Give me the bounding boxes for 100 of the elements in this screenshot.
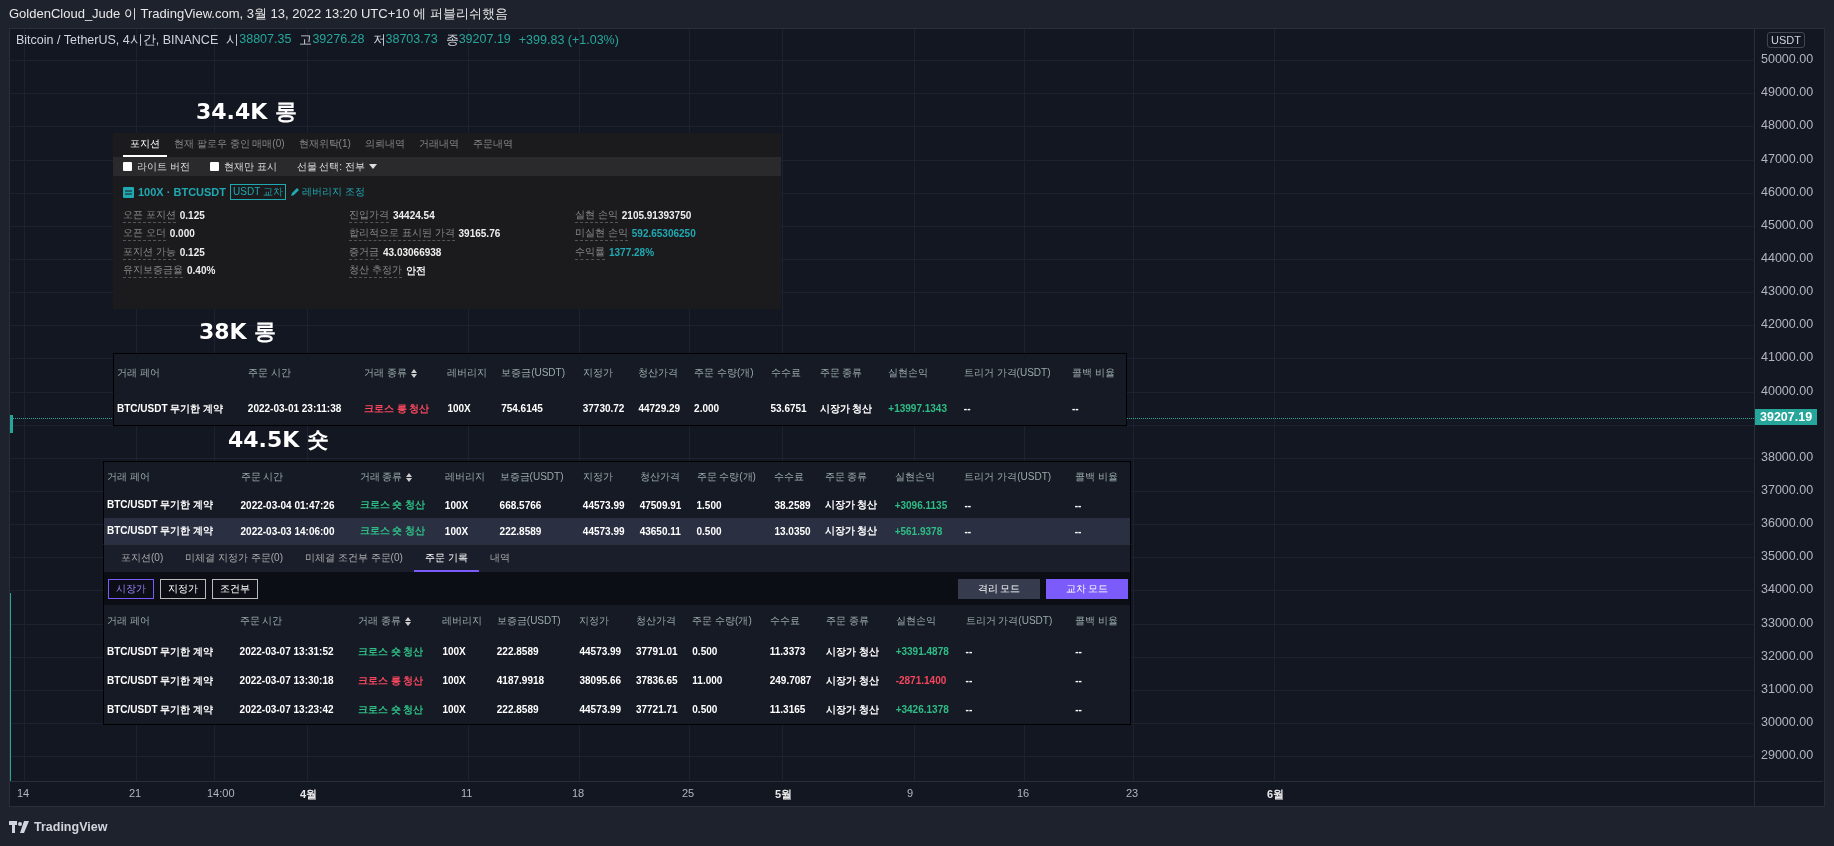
panel-tab[interactable]: 미체결 지정가 주문(0)	[174, 545, 294, 573]
panel-tab[interactable]: 현재위탁(1)	[291, 133, 358, 158]
table-cell: 43650.11	[636, 518, 694, 545]
table-cell-text: BTC/USDT 무기한 계약	[106, 644, 215, 659]
ohlc-value: 39276.28	[312, 31, 365, 48]
price-tick: 49000.00	[1761, 85, 1814, 100]
checkbox-label: 현재만 표시	[223, 159, 277, 174]
column-header: 콜백 비율	[1075, 614, 1118, 629]
position-icon	[123, 186, 134, 198]
table-cell-text: 0.500	[691, 645, 719, 660]
table-cell-text: 2022-03-07 13:31:52	[238, 645, 335, 660]
column-header: 청산가격	[639, 470, 680, 485]
field-value: 592.65306250	[631, 228, 696, 240]
currency-label[interactable]: USDT	[1767, 32, 1805, 49]
futures-dropdown[interactable]: 선물 선택: 전부	[296, 159, 377, 174]
column-header: 청산가격	[638, 366, 679, 381]
table-cell: +3096.1135	[891, 492, 962, 519]
order-type-button[interactable]: 지정가	[160, 578, 206, 599]
logo-icon	[9, 820, 29, 833]
panel-tab[interactable]: 포지션(0)	[110, 545, 175, 573]
table-cell: +561.9378	[891, 518, 962, 545]
column-header: 실현손익	[895, 614, 936, 629]
order-type-button[interactable]: 조건부	[212, 578, 258, 599]
column-header: 주문 종류	[826, 614, 869, 629]
margin-mode-button[interactable]: 교차 모드	[1046, 578, 1128, 599]
column-header: 콜백 비율	[1074, 470, 1118, 485]
table-cell: --	[961, 492, 1072, 519]
table-cell-text: --	[1070, 402, 1080, 417]
panel-tab[interactable]: 현재 팔로우 중인 매매(0)	[167, 133, 292, 158]
column-header: 레버리지	[444, 470, 485, 485]
table-cell-text: 4187.9918	[495, 674, 546, 689]
column-header: 트리거 가격(USDT)	[965, 614, 1053, 629]
panel-tab[interactable]: 내역	[478, 545, 521, 573]
field-value: 1377.28%	[609, 246, 655, 258]
ohlc-label: 종	[445, 31, 459, 49]
table-cell: 38.2589	[771, 492, 822, 519]
table-cell-text: --	[964, 703, 974, 718]
price-candle	[10, 415, 13, 434]
column-header: 콜백 비율	[1071, 366, 1115, 381]
table-cell-text: --	[1074, 703, 1083, 718]
order-type-button[interactable]: 시장가	[108, 578, 154, 599]
ohlc-label: 저	[372, 31, 386, 49]
field-value: 0.000	[169, 228, 195, 240]
table-cell: 222.8589	[496, 518, 580, 545]
table-cell-text: 37721.71	[634, 703, 679, 718]
table-cell-text: 38095.66	[578, 674, 623, 689]
field-label: 오픈 오더	[123, 226, 166, 242]
panel-tab[interactable]: 주문내역	[465, 133, 520, 158]
table-cell-text: 53.6751	[769, 402, 808, 417]
table-cell: 100X	[441, 518, 497, 545]
position-title: 100X · BTCUSDT	[138, 186, 227, 199]
panel-tab[interactable]: 미체결 조건부 주문(0)	[294, 545, 414, 573]
table-cell-text: --	[964, 674, 974, 689]
table-cell: 47509.91	[636, 492, 694, 519]
column-header: 레버리지	[442, 614, 483, 629]
time-tick: 25	[682, 787, 695, 800]
table-cell-text: 시장가 청산	[818, 401, 874, 416]
table-cell-text: 37791.01	[634, 645, 679, 660]
column-header: 실현손익	[888, 366, 929, 381]
table-cell-text: --	[964, 645, 974, 660]
panel-tab[interactable]: 거래내역	[411, 133, 466, 158]
column-header: 주문 종류	[819, 366, 863, 381]
table-cell-text: BTC/USDT 무기한 계약	[106, 673, 215, 688]
table-cell-text: 11.000	[691, 674, 724, 689]
column-header: 거래 페어	[107, 470, 150, 485]
caret-icon	[368, 164, 377, 170]
column-header: 거래 페어	[117, 366, 160, 381]
table-cell: 100X	[441, 492, 497, 519]
last-price-label: 39207.19	[1755, 408, 1818, 425]
table-cell-text: 44729.29	[637, 402, 682, 417]
table-cell-text: 크로스 롱 청산	[362, 401, 431, 416]
table-cell-text: 222.8589	[495, 703, 540, 718]
price-tick: 36000.00	[1761, 516, 1814, 531]
table-cell: BTC/USDT 무기한 계약	[104, 518, 238, 545]
column-header: 트리거 가격(USDT)	[964, 470, 1052, 485]
table-cell: 2022-03-04 01:47:26	[237, 492, 357, 519]
field-label: 미실현 손익	[575, 226, 628, 242]
table-cell: 44573.99	[579, 518, 637, 545]
table-cell-text: 2022-03-07 13:30:18	[238, 674, 335, 689]
price-tick: 44000.00	[1761, 251, 1814, 265]
column-header: 주문 종류	[824, 470, 868, 485]
checkbox[interactable]	[209, 162, 219, 172]
field-value: 34424.54	[393, 209, 435, 221]
panel-tab[interactable]: 의뢰내역	[357, 133, 412, 158]
table-cell-text: 222.8589	[495, 645, 540, 660]
field-label: 합리적으로 표시된 가격	[349, 226, 455, 242]
margin-mode-button[interactable]: 격리 모드	[958, 578, 1040, 599]
annotation-text: 38K 롱	[199, 319, 277, 346]
price-tick: 31000.00	[1761, 681, 1814, 696]
column-header: 보증금(USDT)	[496, 614, 561, 629]
table-cell: 44573.99	[579, 492, 637, 519]
leverage-link[interactable]: 레버리지 조정	[289, 185, 365, 200]
table-cell-text: 37836.65	[634, 674, 679, 689]
table-cell-text: 37730.72	[581, 402, 626, 417]
column-header: 지정가	[582, 366, 613, 381]
table-cell: 크로스 숏 청산	[356, 492, 442, 519]
table-cell-text: 100X	[446, 402, 472, 417]
checkbox[interactable]	[123, 162, 132, 172]
column-header: 주문 수량(개)	[692, 614, 752, 629]
table-cell-text: 크로스 숏 청산	[356, 702, 425, 717]
